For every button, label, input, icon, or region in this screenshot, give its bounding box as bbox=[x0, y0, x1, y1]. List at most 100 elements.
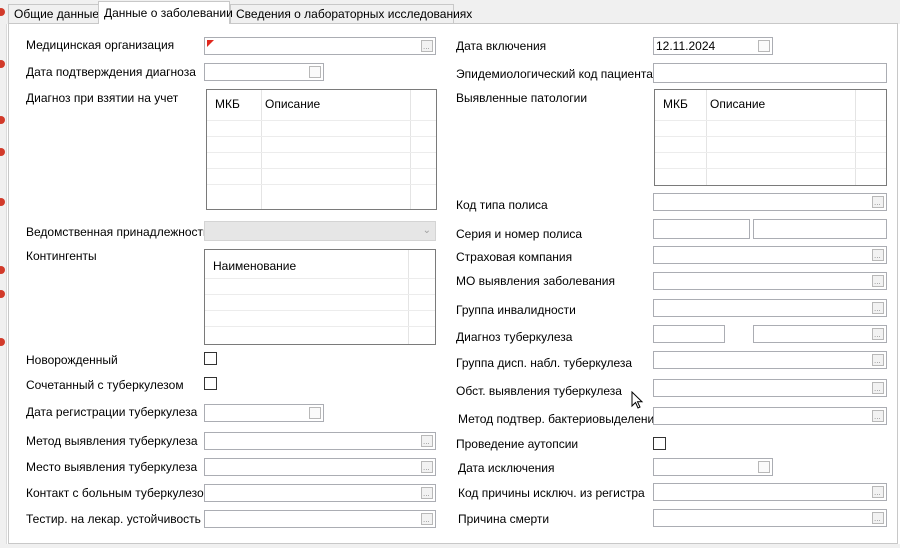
med-org-label: Медицинская организация bbox=[26, 38, 175, 52]
combined-tb-checkbox[interactable] bbox=[204, 377, 217, 390]
ellipsis-button-icon[interactable]: ... bbox=[872, 354, 884, 366]
policy-series-number-label: Серия и номер полиса bbox=[456, 227, 583, 241]
contingents-grid[interactable]: Наименование bbox=[204, 249, 436, 345]
status-dot-icon bbox=[0, 198, 5, 206]
autopsy-checkbox[interactable] bbox=[653, 437, 666, 450]
bact-confirm-method-field[interactable]: ... bbox=[653, 407, 887, 425]
policy-number-field[interactable] bbox=[753, 219, 887, 239]
policy-type-code-label: Код типа полиса bbox=[456, 198, 548, 212]
ellipsis-button-icon[interactable]: ... bbox=[421, 435, 433, 447]
bact-confirm-method-label: Метод подтвер. бактериовыделения bbox=[458, 412, 661, 426]
ellipsis-button-icon[interactable]: ... bbox=[872, 512, 884, 524]
status-dot-icon bbox=[0, 338, 5, 346]
death-cause-label: Причина смерти bbox=[458, 512, 550, 526]
disability-group-field[interactable]: ... bbox=[653, 299, 887, 317]
left-edge-strip bbox=[0, 0, 7, 548]
death-cause-field[interactable]: ... bbox=[653, 509, 887, 527]
ellipsis-button-icon[interactable]: ... bbox=[872, 275, 884, 287]
tb-contact-label: Контакт с больным туберкулезом bbox=[26, 486, 212, 500]
inclusion-date-label: Дата включения bbox=[456, 39, 547, 53]
tb-diagnosis-label: Диагноз туберкулеза bbox=[456, 330, 573, 344]
drug-resistance-field[interactable]: ... bbox=[204, 510, 436, 528]
calendar-icon[interactable] bbox=[758, 461, 770, 473]
status-dot-icon bbox=[0, 290, 5, 298]
insurance-company-field[interactable]: ... bbox=[653, 246, 887, 264]
policy-type-code-field[interactable]: ... bbox=[653, 193, 887, 211]
ellipsis-button-icon[interactable]: ... bbox=[872, 410, 884, 422]
exclusion-reason-code-label: Код причины исключ. из регистра bbox=[458, 486, 645, 500]
diagnosis-grid[interactable]: МКБ Описание bbox=[206, 89, 437, 210]
chevron-down-icon: ⌄ bbox=[422, 225, 431, 236]
diag-confirm-date-label: Дата подтверждения диагноза bbox=[26, 65, 196, 79]
policy-series-field[interactable] bbox=[653, 219, 750, 239]
tb-diagnosis-name-field[interactable]: ... bbox=[753, 325, 887, 343]
epid-code-label: Эпидемиологический код пациента bbox=[456, 67, 653, 81]
status-dot-icon bbox=[0, 266, 5, 274]
drug-resistance-label: Тестир. на лекар. устойчивость bbox=[26, 512, 201, 526]
tb-detection-method-label: Метод выявления туберкулеза bbox=[26, 434, 198, 448]
tab-disease-data[interactable]: Данные о заболевании bbox=[98, 1, 233, 24]
calendar-icon[interactable] bbox=[309, 66, 321, 78]
mo-detection-field[interactable]: ... bbox=[653, 272, 887, 290]
ellipsis-button-icon[interactable]: ... bbox=[872, 486, 884, 498]
tb-reg-date-label: Дата регистрации туберкулеза bbox=[26, 405, 198, 419]
tb-disp-group-field[interactable]: ... bbox=[653, 351, 887, 369]
tb-detection-place-field[interactable]: ... bbox=[204, 458, 436, 476]
calendar-icon[interactable] bbox=[309, 407, 321, 419]
grid-header-name: Наименование bbox=[213, 259, 297, 273]
status-dot-icon bbox=[0, 148, 5, 156]
diag-confirm-date-field[interactable] bbox=[204, 63, 324, 81]
ellipsis-button-icon[interactable]: ... bbox=[421, 461, 433, 473]
required-marker-icon bbox=[207, 40, 214, 47]
departmental-label: Ведомственная принадлежность bbox=[26, 225, 210, 239]
status-dot-icon bbox=[0, 116, 5, 124]
grid-header-mkb: МКБ bbox=[215, 97, 240, 111]
calendar-icon[interactable] bbox=[758, 40, 770, 52]
mouse-pointer-icon bbox=[631, 391, 644, 409]
ellipsis-button-icon[interactable]: ... bbox=[872, 196, 884, 208]
newborn-checkbox[interactable] bbox=[204, 352, 217, 365]
ellipsis-button-icon[interactable]: ... bbox=[872, 328, 884, 340]
ellipsis-button-icon[interactable]: ... bbox=[872, 382, 884, 394]
tb-detection-circ-field[interactable]: ... bbox=[653, 379, 887, 397]
exclusion-reason-code-field[interactable]: ... bbox=[653, 483, 887, 501]
insurance-company-label: Страховая компания bbox=[456, 250, 573, 264]
exclusion-date-label: Дата исключения bbox=[458, 461, 555, 475]
contingents-label: Контингенты bbox=[26, 249, 97, 263]
tb-reg-date-field[interactable] bbox=[204, 404, 324, 422]
ellipsis-button-icon[interactable]: ... bbox=[421, 487, 433, 499]
inclusion-date-field[interactable] bbox=[653, 37, 773, 55]
tb-detection-circ-label: Обст. выявления туберкулеза bbox=[456, 384, 622, 398]
mo-detection-label: МО выявления заболевания bbox=[456, 274, 615, 288]
ellipsis-button-icon[interactable]: ... bbox=[872, 249, 884, 261]
autopsy-label: Проведение аутопсии bbox=[456, 437, 579, 451]
grid-header-mkb: МКБ bbox=[663, 97, 688, 111]
ellipsis-button-icon[interactable]: ... bbox=[421, 513, 433, 525]
tab-bar: Общие данные Данные о заболевании Сведен… bbox=[6, 0, 900, 24]
window-bottom-edge bbox=[0, 544, 900, 548]
ellipsis-button-icon[interactable]: ... bbox=[872, 302, 884, 314]
status-dot-icon bbox=[0, 60, 5, 68]
tb-contact-field[interactable]: ... bbox=[204, 484, 436, 502]
tb-diagnosis-code-field[interactable] bbox=[653, 325, 725, 343]
tab-general-data[interactable]: Общие данные bbox=[8, 4, 100, 23]
ellipsis-button-icon[interactable]: ... bbox=[421, 40, 433, 52]
grid-header-description: Описание bbox=[710, 97, 766, 111]
disability-group-label: Группа инвалидности bbox=[456, 303, 576, 317]
diag-on-register-label: Диагноз при взятии на учет bbox=[26, 91, 179, 105]
detected-pathologies-label: Выявленные патологии bbox=[456, 91, 588, 105]
tb-disp-group-label: Группа дисп. набл. туберкулеза bbox=[456, 356, 633, 370]
tb-detection-place-label: Место выявления туберкулеза bbox=[26, 460, 198, 474]
epid-code-field[interactable] bbox=[653, 63, 887, 83]
departmental-combo[interactable]: ⌄ bbox=[204, 221, 436, 241]
status-dot-icon bbox=[0, 8, 5, 16]
exclusion-date-field[interactable] bbox=[653, 458, 773, 476]
pathologies-grid[interactable]: МКБ Описание bbox=[654, 89, 887, 186]
med-org-field[interactable]: ... bbox=[204, 37, 436, 55]
tab-lab-research[interactable]: Сведения о лабораторных исследованиях bbox=[230, 4, 472, 23]
inclusion-date-input[interactable] bbox=[654, 38, 754, 54]
combined-tb-label: Сочетанный с туберкулезом bbox=[26, 378, 184, 392]
tb-detection-method-field[interactable]: ... bbox=[204, 432, 436, 450]
grid-header-description: Описание bbox=[265, 97, 321, 111]
newborn-label: Новорожденный bbox=[26, 353, 118, 367]
